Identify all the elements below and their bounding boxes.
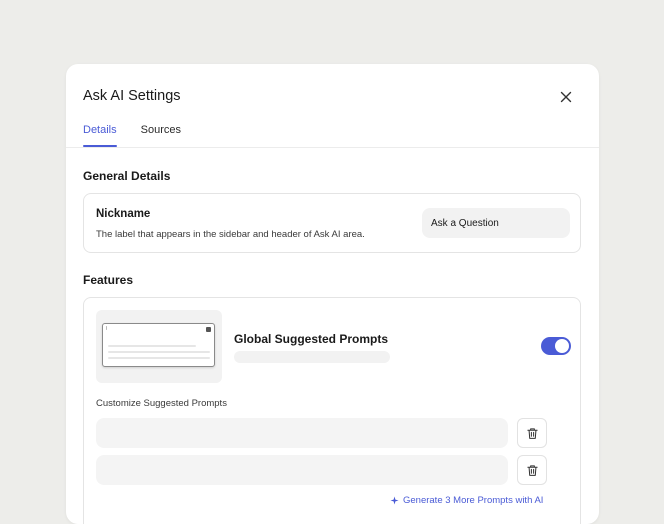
- modal-title: Ask AI Settings: [83, 88, 181, 104]
- global-prompts-description-placeholder: [234, 351, 390, 363]
- nickname-input[interactable]: [422, 208, 570, 238]
- global-prompts-toggle[interactable]: [541, 337, 571, 355]
- generate-prompts-link[interactable]: Generate 3 More Prompts with AI: [390, 495, 543, 506]
- delete-prompt-2-button[interactable]: [517, 455, 547, 485]
- sparkle-icon: [390, 496, 399, 505]
- general-details-title: General Details: [83, 169, 171, 183]
- generate-prompts-label: Generate 3 More Prompts with AI: [403, 495, 544, 506]
- ask-ai-settings-modal: Ask AI Settings Details Sources General …: [66, 64, 599, 524]
- features-card: Global Suggested Prompts Customize Sugge…: [83, 297, 581, 524]
- trash-icon: [526, 427, 539, 440]
- prompts-preview-thumbnail: [96, 310, 222, 383]
- preview-cursor: [106, 326, 107, 330]
- prompt-input-1[interactable]: [96, 418, 508, 448]
- customize-prompts-label: Customize Suggested Prompts: [96, 398, 227, 409]
- delete-prompt-1-button[interactable]: [517, 418, 547, 448]
- trash-icon: [526, 464, 539, 477]
- preview-line: [108, 357, 210, 359]
- tab-details[interactable]: Details: [83, 124, 117, 147]
- preview-window: [102, 323, 215, 367]
- close-button[interactable]: [558, 89, 574, 105]
- close-icon: [558, 89, 574, 105]
- tabs-divider: [66, 147, 599, 148]
- toggle-knob: [555, 339, 569, 353]
- nickname-description: The label that appears in the sidebar an…: [96, 229, 365, 240]
- preview-line: [108, 351, 210, 353]
- nickname-card: Nickname The label that appears in the s…: [83, 193, 581, 253]
- preview-line: [108, 345, 196, 347]
- nickname-label: Nickname: [96, 208, 151, 220]
- tab-bar: Details Sources: [83, 124, 181, 148]
- tab-sources[interactable]: Sources: [141, 124, 181, 147]
- features-title: Features: [83, 273, 134, 287]
- preview-close-icon: [206, 327, 211, 332]
- global-prompts-title: Global Suggested Prompts: [234, 332, 389, 346]
- prompt-input-2[interactable]: [96, 455, 508, 485]
